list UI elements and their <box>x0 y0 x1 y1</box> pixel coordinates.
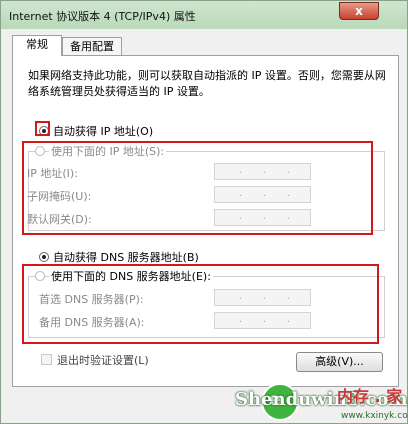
default-gateway-input[interactable]: ... <box>214 209 311 226</box>
watermark: e Shenduwin8.com 内存 . 家 www.kxinyk.com <box>229 383 408 423</box>
ip-address-label: IP 地址(I): <box>27 167 78 180</box>
subnet-mask-label: 子网掩码(U): <box>27 190 92 203</box>
tab-general[interactable]: 常规 <box>12 35 62 56</box>
dns-manual-radio[interactable] <box>35 271 45 281</box>
watermark-site: www.kxinyk.com <box>341 411 408 421</box>
alternate-dns-input[interactable]: ... <box>214 312 311 329</box>
dns-manual-label: 使用下面的 DNS 服务器地址(E): <box>49 268 213 284</box>
dns-auto-label: 自动获得 DNS 服务器地址(B) <box>53 251 199 264</box>
advanced-button[interactable]: 高级(V)... <box>296 352 383 372</box>
preferred-dns-label: 首选 DNS 服务器(P): <box>39 293 144 306</box>
preferred-dns-input[interactable]: ... <box>214 289 311 306</box>
watermark-cn: 内存 . 家 <box>337 387 403 406</box>
subnet-mask-input[interactable]: ... <box>214 186 311 203</box>
ip-auto-label: 自动获得 IP 地址(O) <box>53 125 154 138</box>
ip-address-input[interactable]: ... <box>214 163 311 180</box>
ip-auto-radio[interactable] <box>39 126 49 136</box>
alternate-dns-label: 备用 DNS 服务器(A): <box>39 316 145 329</box>
validate-label: 退出时验证设置(L) <box>57 354 149 367</box>
close-button[interactable]: x <box>339 2 379 20</box>
dns-auto-radio[interactable] <box>39 252 49 262</box>
default-gateway-label: 默认网关(D): <box>27 213 92 226</box>
ip-manual-label: 使用下面的 IP 地址(S): <box>49 143 167 159</box>
window-title: Internet 协议版本 4 (TCP/IPv4) 属性 <box>9 10 196 23</box>
validate-checkbox[interactable] <box>41 354 52 365</box>
title-bar[interactable]: Internet 协议版本 4 (TCP/IPv4) 属性 x <box>1 1 407 29</box>
tab-alternate-config[interactable]: 备用配置 <box>62 37 122 55</box>
dialog-window: Internet 协议版本 4 (TCP/IPv4) 属性 x 常规 备用配置 … <box>0 0 408 424</box>
description-text: 如果网络支持此功能，则可以获取自动指派的 IP 设置。否则，您需要从网络系统管理… <box>28 69 386 98</box>
tab-panel-general: 如果网络支持此功能，则可以获取自动指派的 IP 设置。否则，您需要从网络系统管理… <box>12 55 399 387</box>
ip-manual-radio[interactable] <box>35 146 45 156</box>
